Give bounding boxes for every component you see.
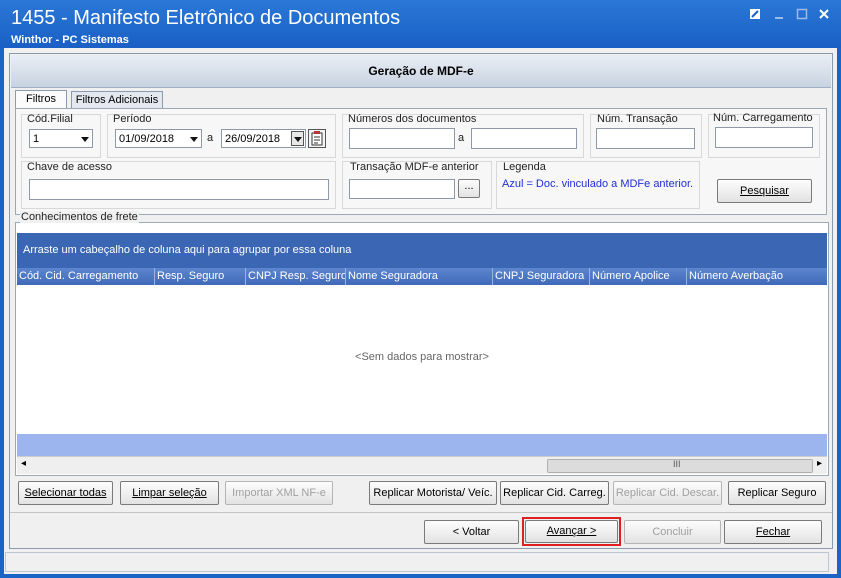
column-header-cnpj-seguradora[interactable]: CNPJ Seguradora — [493, 268, 590, 285]
numero-documento-to-field[interactable] — [471, 128, 577, 149]
scroll-grip-icon: III — [673, 459, 681, 469]
pesquisar-label: Pesquisar — [740, 185, 789, 197]
group-by-hint: Arraste um cabeçalho de coluna aqui para… — [23, 244, 352, 256]
periodo-end-value: 26/09/2018 — [225, 133, 281, 145]
scroll-right-icon[interactable]: ▸ — [817, 458, 822, 469]
legenda-label: Legenda — [503, 161, 546, 173]
scroll-left-icon[interactable]: ◂ — [21, 458, 26, 469]
window-subtitle: Winthor - PC Sistemas — [11, 34, 129, 46]
grid-header: Cód. Cid. Carregamento Resp. Seguro CNPJ… — [17, 268, 827, 285]
limpar-selecao-label: Limpar seleção — [132, 487, 207, 499]
importar-xml-button[interactable]: Importar XML NF-e — [225, 481, 333, 505]
replicar-motorista-button[interactable]: Replicar Motorista/ Veíc. — [369, 481, 497, 505]
title-bar: 1455 - Manifesto Eletrônico de Documento… — [0, 0, 841, 48]
fechar-label: Fechar — [755, 526, 791, 538]
date-dropdown-button[interactable] — [291, 131, 304, 146]
app-window: 1455 - Manifesto Eletrônico de Documento… — [0, 0, 841, 578]
column-header-numero-averbacao[interactable]: Número Averbação — [687, 268, 827, 285]
scroll-thumb[interactable]: III — [547, 459, 813, 473]
tab-filtros[interactable]: Filtros — [15, 90, 67, 110]
selecionar-todas-button[interactable]: Selecionar todas — [18, 481, 113, 505]
chevron-down-icon — [294, 137, 302, 142]
column-header-cnpj-resp-seguro[interactable]: CNPJ Resp. Seguro — [246, 268, 346, 285]
grid-footer — [17, 434, 827, 456]
periodo-label: Período — [113, 113, 152, 125]
avancar-label: Avançar > — [546, 525, 597, 537]
selecionar-todas-label: Selecionar todas — [24, 487, 107, 499]
grid-body[interactable]: <Sem dados para mostrar> — [17, 285, 827, 434]
tab-filtros-adicionais[interactable]: Filtros Adicionais — [71, 91, 163, 109]
limpar-selecao-button[interactable]: Limpar seleção — [120, 481, 219, 505]
close-icon[interactable] — [815, 7, 833, 25]
column-header-resp-seguro[interactable]: Resp. Seguro — [155, 268, 246, 285]
replicar-cid-descar-button[interactable]: Replicar Cid. Descar. — [613, 481, 722, 505]
pesquisar-button[interactable]: Pesquisar — [717, 179, 812, 203]
group-by-area[interactable]: Arraste um cabeçalho de coluna aqui para… — [17, 233, 827, 268]
page-title: Geração de MDF-e — [368, 64, 474, 78]
minimize-icon[interactable] — [770, 7, 788, 25]
cod-filial-select[interactable]: 1 — [29, 129, 93, 148]
grid-group-label: Conhecimentos de frete — [20, 211, 139, 223]
maximize-icon[interactable] — [793, 7, 811, 25]
transacao-anterior-label: Transação MDF-e anterior — [350, 161, 479, 173]
horizontal-scrollbar[interactable]: ◂ III ▸ — [17, 456, 827, 474]
num-carregamento-label: Núm. Carregamento — [713, 112, 813, 124]
column-header-nome-seguradora[interactable]: Nome Seguradora — [346, 268, 493, 285]
divider — [10, 512, 832, 513]
periodo-start-value: 01/09/2018 — [119, 133, 175, 145]
numero-documento-from-field[interactable] — [349, 128, 455, 149]
chave-acesso-field[interactable] — [29, 179, 329, 200]
periodo-separator: a — [207, 132, 214, 144]
voltar-button[interactable]: < Voltar — [424, 520, 519, 544]
num-transacao-field[interactable] — [596, 128, 695, 149]
panel-header: Geração de MDF-e — [11, 55, 831, 88]
transacao-anterior-field[interactable] — [349, 179, 455, 199]
legenda-text: Azul = Doc. vinculado a MDFe anterior. — [502, 178, 694, 190]
chevron-down-icon — [190, 137, 198, 142]
cod-filial-value: 1 — [33, 133, 40, 145]
cod-filial-label: Cód.Filial — [27, 113, 73, 125]
calendar-icon[interactable] — [308, 129, 326, 148]
numeros-documentos-separator: a — [458, 132, 465, 144]
browse-button[interactable]: ... — [458, 179, 480, 198]
periodo-start-field[interactable]: 01/09/2018 — [115, 129, 202, 148]
fechar-button[interactable]: Fechar — [724, 520, 822, 544]
help-icon[interactable] — [746, 7, 764, 25]
tab-filtros-label: Filtros — [26, 93, 56, 105]
replicar-seguro-button[interactable]: Replicar Seguro — [728, 481, 826, 505]
column-header-numero-apolice[interactable]: Número Apolice — [590, 268, 687, 285]
numeros-documentos-label: Números dos documentos — [348, 113, 477, 125]
replicar-cid-carreg-button[interactable]: Replicar Cid. Carreg. — [500, 481, 609, 505]
num-transacao-label: Núm. Transação — [597, 113, 678, 125]
conhecimentos-grid: Arraste um cabeçalho de coluna aqui para… — [15, 222, 829, 476]
avancar-button[interactable]: Avançar > — [525, 520, 618, 543]
chave-acesso-label: Chave de acesso — [27, 161, 112, 173]
voltar-label: < Voltar — [452, 526, 491, 538]
main-panel: Geração de MDF-e Filtros Filtros Adicion… — [9, 53, 833, 549]
empty-grid-text: <Sem dados para mostrar> — [355, 351, 489, 363]
concluir-button[interactable]: Concluir — [624, 520, 721, 544]
column-header-cod-cid-carregamento[interactable]: Cód. Cid. Carregamento — [17, 268, 155, 285]
status-bar — [5, 552, 829, 572]
filters-panel: Cód.Filial 1 Período 01/09/2018 a 26/09/… — [15, 108, 827, 215]
num-carregamento-field[interactable] — [715, 127, 813, 148]
window-title: 1455 - Manifesto Eletrônico de Documento… — [11, 7, 401, 29]
chevron-down-icon — [81, 137, 89, 142]
tab-filtros-adicionais-label: Filtros Adicionais — [75, 94, 159, 106]
